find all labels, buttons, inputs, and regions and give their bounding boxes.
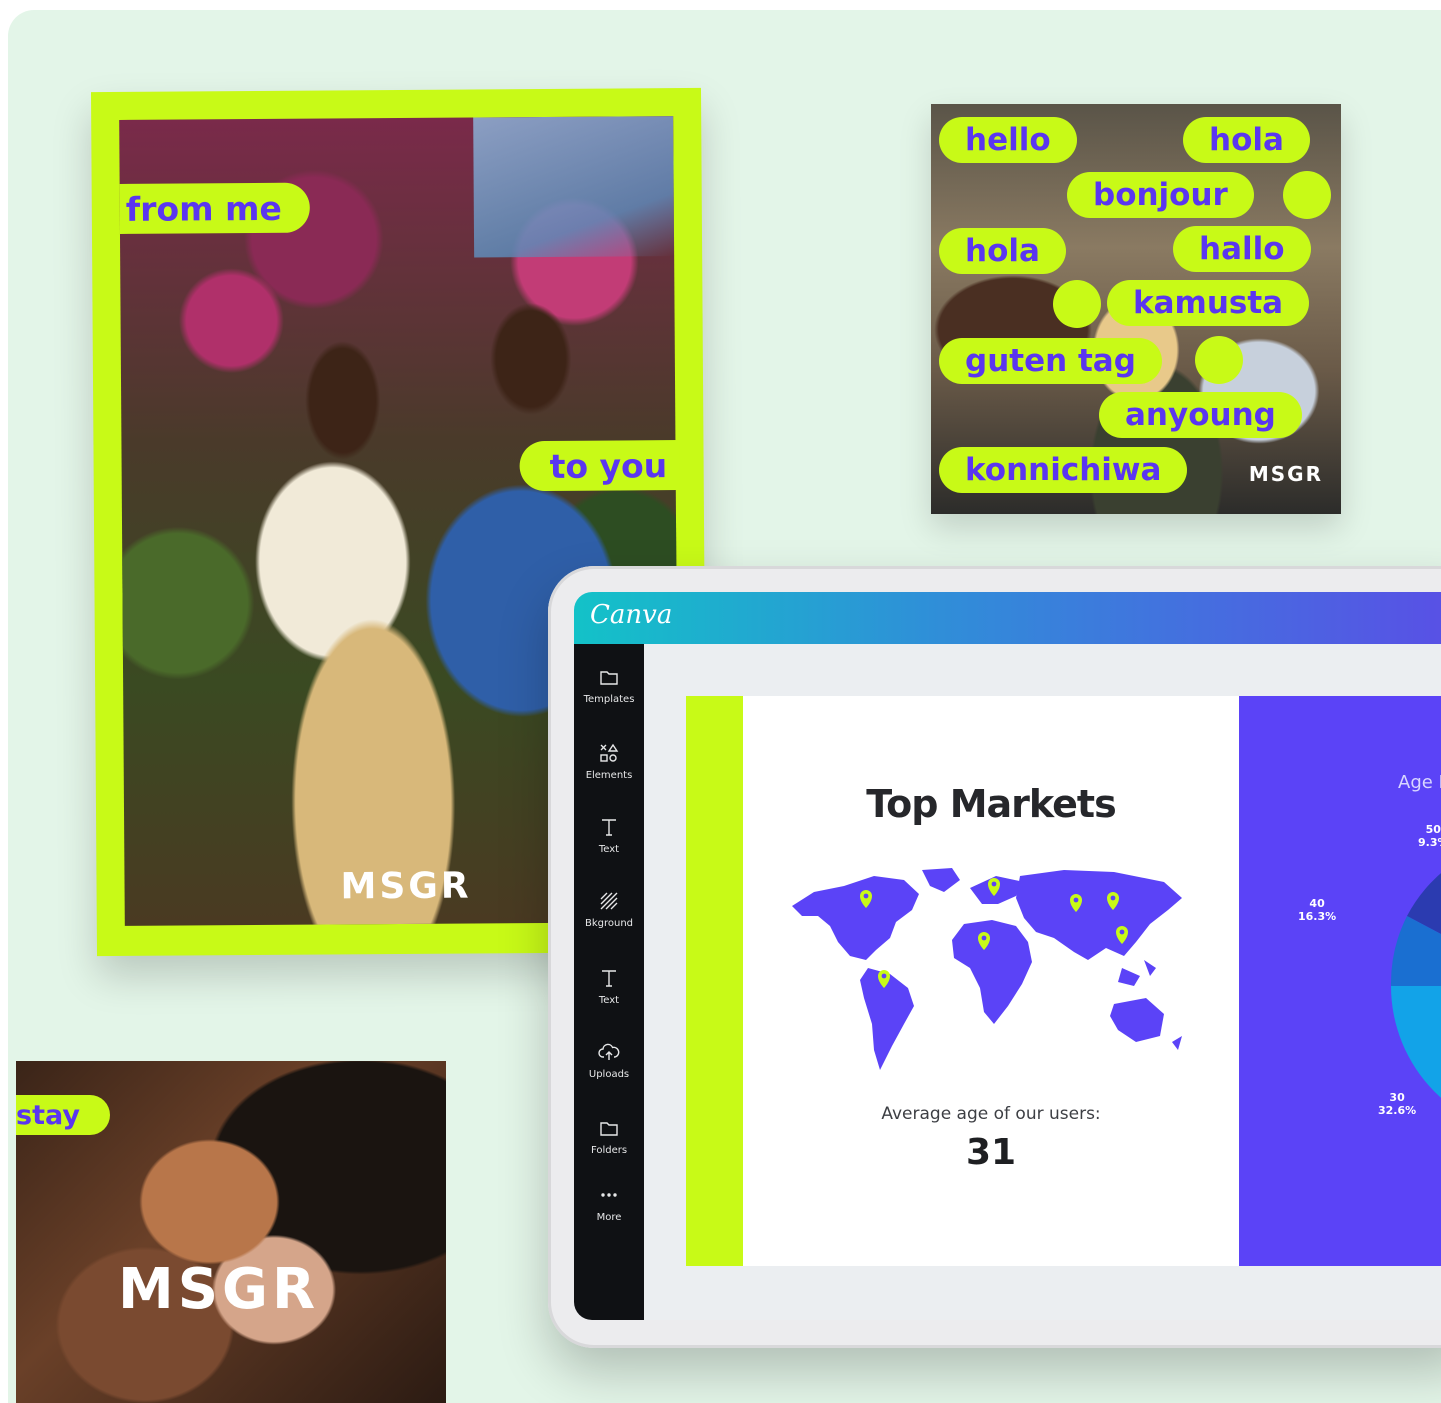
text-icon: [602, 970, 616, 987]
chart-title: Age D: [1398, 772, 1441, 793]
brand-logo: MSGR: [340, 865, 472, 908]
decorative-dot: [1053, 280, 1101, 328]
map-pin-icon: [860, 890, 872, 908]
stay-pill: stay: [16, 1095, 110, 1135]
market-pins: [860, 878, 1128, 988]
canva-logo[interactable]: Canva: [590, 600, 672, 630]
sidebar-item-label: Uploads: [588, 1069, 630, 1080]
map-pin-icon: [878, 970, 890, 988]
shapes-icon: [600, 743, 619, 762]
folder-icon: [600, 671, 618, 685]
more-dots-icon: [601, 1193, 617, 1197]
word-pill: hola: [939, 228, 1066, 274]
languages-card: hello hola bonjour hola hallo kamusta gu…: [931, 104, 1341, 514]
presentation-slide[interactable]: Top Markets Average age of our users: 31…: [686, 696, 1441, 1266]
editor-workspace: Top Markets Average age of our users: 31…: [644, 644, 1441, 1320]
pie-label-50: 509.3%: [1418, 823, 1441, 849]
editor-topbar: Canva: [574, 592, 1441, 644]
text-icon: [602, 819, 616, 836]
sidebar-item-elements[interactable]: Elements: [574, 742, 644, 781]
folder-icon: [600, 1122, 618, 1136]
sidebar-item-label: Templates: [583, 694, 635, 705]
brand-logo: MSGR: [1248, 462, 1323, 486]
map-pin-icon: [988, 878, 1000, 896]
sidebar-item-templates[interactable]: Templates: [574, 666, 644, 705]
word-pill: kamusta: [1107, 280, 1310, 326]
word-pill: guten tag: [939, 338, 1162, 384]
sidebar-item-label: Text: [598, 844, 620, 855]
word-pill: hello: [939, 117, 1077, 163]
word-pill: konnichiwa: [939, 447, 1188, 493]
slide-accent-bar: [686, 696, 743, 1266]
tablet-device: Canva Templates Elements Text Bkground T…: [548, 566, 1441, 1348]
word-pill: bonjour: [1067, 172, 1254, 218]
pie-label-30: 30 32.6%: [1378, 1091, 1417, 1117]
decorative-dot: [1195, 336, 1243, 384]
sidebar-item-label: More: [596, 1212, 622, 1223]
map-pin-icon: [1107, 892, 1119, 910]
sidebar-item-label: Text: [598, 995, 620, 1006]
decorative-dot: [1283, 171, 1331, 219]
sidebar-item-text[interactable]: Text: [574, 967, 644, 1006]
slide-title[interactable]: Top Markets: [743, 782, 1239, 826]
sidebar-item-background[interactable]: Bkground: [574, 890, 644, 929]
map-pin-icon: [978, 932, 990, 950]
pie-label-40: 40 16.3%: [1298, 897, 1337, 923]
stay-card: stay MSGR: [16, 1061, 446, 1403]
map-pin-icon: [1070, 894, 1082, 912]
word-pill: anyoung: [1099, 392, 1302, 438]
word-pill: hola: [1183, 117, 1310, 163]
sky-area: [473, 116, 675, 258]
average-age-value[interactable]: 31: [743, 1132, 1239, 1173]
brand-logo: MSGR: [118, 1257, 320, 1322]
map-pin-icon: [1116, 926, 1128, 944]
upload-cloud-icon: [598, 1043, 620, 1060]
sidebar-item-label: Elements: [585, 770, 633, 781]
sidebar-item-label: Bkground: [584, 918, 634, 929]
editor-screen: Canva Templates Elements Text Bkground T…: [574, 592, 1441, 1320]
average-age-label[interactable]: Average age of our users:: [743, 1104, 1239, 1124]
editor-sidebar: Templates Elements Text Bkground Text Up…: [574, 644, 644, 1320]
word-pill: hallo: [1173, 226, 1311, 272]
background-pattern-icon: [600, 892, 618, 910]
from-me-pill: from me: [119, 182, 310, 234]
sidebar-item-more[interactable]: More: [574, 1184, 644, 1223]
sidebar-item-uploads[interactable]: Uploads: [574, 1041, 644, 1080]
sidebar-item-text[interactable]: Text: [574, 816, 644, 855]
sidebar-item-folders[interactable]: Folders: [574, 1117, 644, 1156]
to-you-pill: to you: [519, 440, 680, 492]
sidebar-item-label: Folders: [590, 1145, 628, 1156]
